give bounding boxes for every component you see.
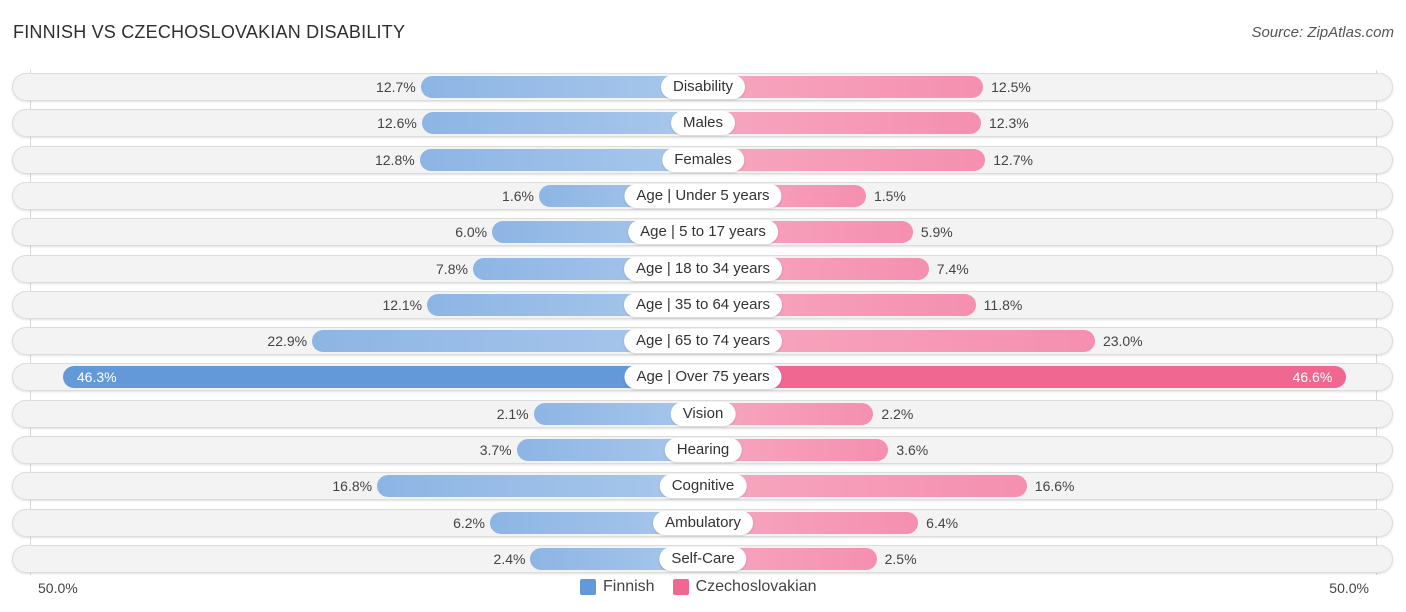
category-label-disability: Disability (660, 75, 746, 99)
legend-label-czechoslovakian: Czechoslovakian (695, 578, 817, 595)
legend-label-finnish: Finnish (603, 578, 655, 595)
category-label-age-35-to-64-years: Age | 35 to 64 years (624, 292, 782, 317)
value-label-czechoslovakian-females: 12.7% (993, 151, 1033, 168)
value-label-finnish-age-under-5-years: 1.6% (502, 187, 534, 204)
bar-finnish-females[interactable] (419, 148, 703, 171)
value-label-finnish-age-18-to-34-years: 7.8% (436, 260, 468, 277)
value-label-czechoslovakian-age-over-75-years: 46.6% (1292, 369, 1333, 386)
bar-czechoslovakian-males[interactable] (703, 112, 981, 135)
category-label-self-care: Self-Care (659, 546, 747, 571)
value-label-finnish-hearing: 3.7% (479, 442, 512, 458)
bar-czechoslovakian-females[interactable] (703, 148, 986, 171)
value-label-czechoslovakian-age-5-to-17-years: 5.9% (920, 224, 953, 241)
bar-czechoslovakian-disability[interactable] (703, 76, 984, 98)
value-label-finnish-disability: 12.7% (376, 79, 416, 95)
value-label-finnish-cognitive: 16.8% (332, 478, 373, 495)
category-label-females: Females (662, 147, 744, 172)
value-label-finnish-self-care: 2.4% (493, 550, 526, 567)
value-label-finnish-males: 12.6% (377, 115, 417, 132)
legend: Finnish Czechoslovakian (580, 578, 835, 596)
category-label-age-18-to-34-years: Age | 18 to 34 years (624, 256, 782, 281)
value-label-czechoslovakian-vision: 2.2% (881, 405, 914, 422)
value-label-czechoslovakian-hearing: 3.6% (896, 442, 929, 458)
axis-label-left: 50.0% (38, 580, 78, 596)
category-label-vision: Vision (670, 401, 736, 426)
value-label-finnish-vision: 2.1% (496, 405, 529, 422)
legend-item-czechoslovakian[interactable]: Czechoslovakian (672, 578, 817, 596)
value-label-czechoslovakian-males: 12.3% (988, 115, 1029, 132)
value-label-czechoslovakian-age-35-to-64-years: 11.8% (983, 296, 1023, 313)
bar-finnish-males[interactable] (421, 112, 703, 135)
value-label-czechoslovakian-age-under-5-years: 1.5% (873, 187, 906, 204)
value-label-czechoslovakian-ambulatory: 6.4% (926, 514, 959, 531)
axis-label-right: 50.0% (1329, 580, 1369, 596)
value-label-czechoslovakian-cognitive: 16.6% (1034, 478, 1075, 495)
legend-swatch-czechoslovakian (672, 579, 689, 595)
value-label-finnish-females: 12.8% (374, 151, 415, 168)
category-label-males: Males (670, 111, 736, 136)
category-label-hearing: Hearing (664, 438, 742, 462)
category-label-cognitive: Cognitive (659, 474, 747, 499)
bar-czechoslovakian-cognitive[interactable] (703, 475, 1027, 498)
category-label-age-over-75-years: Age | Over 75 years (624, 365, 782, 390)
value-label-czechoslovakian-self-care: 2.5% (884, 550, 917, 567)
value-label-finnish-age-over-75-years: 46.3% (76, 369, 117, 386)
value-label-finnish-age-5-to-17-years: 6.0% (455, 224, 488, 241)
category-label-age-under-5-years: Age | Under 5 years (624, 183, 782, 208)
value-label-czechoslovakian-age-18-to-34-years: 7.4% (936, 260, 969, 277)
bar-czechoslovakian-age-over-75-years[interactable] (703, 366, 1347, 389)
value-label-finnish-ambulatory: 6.2% (453, 514, 485, 531)
value-label-finnish-age-35-to-64-years: 12.1% (382, 296, 423, 313)
legend-swatch-finnish (580, 579, 596, 595)
value-label-finnish-age-65-to-74-years: 22.9% (267, 333, 308, 350)
category-label-ambulatory: Ambulatory (653, 510, 753, 535)
category-label-age-5-to-17-years: Age | 5 to 17 years (628, 220, 778, 245)
chart-rows: 12.7% 12.5% Disability 12.6% 12.3% Males 12.8%… (0, 0, 1406, 612)
value-label-czechoslovakian-age-65-to-74-years: 23.0% (1102, 333, 1143, 350)
legend-item-finnish[interactable]: Finnish (580, 578, 655, 596)
category-label-age-65-to-74-years: Age | 65 to 74 years (624, 329, 782, 354)
value-label-czechoslovakian-disability: 12.5% (991, 79, 1031, 95)
bar-finnish-age-over-75-years[interactable] (62, 366, 703, 389)
bar-finnish-cognitive[interactable] (377, 475, 703, 498)
